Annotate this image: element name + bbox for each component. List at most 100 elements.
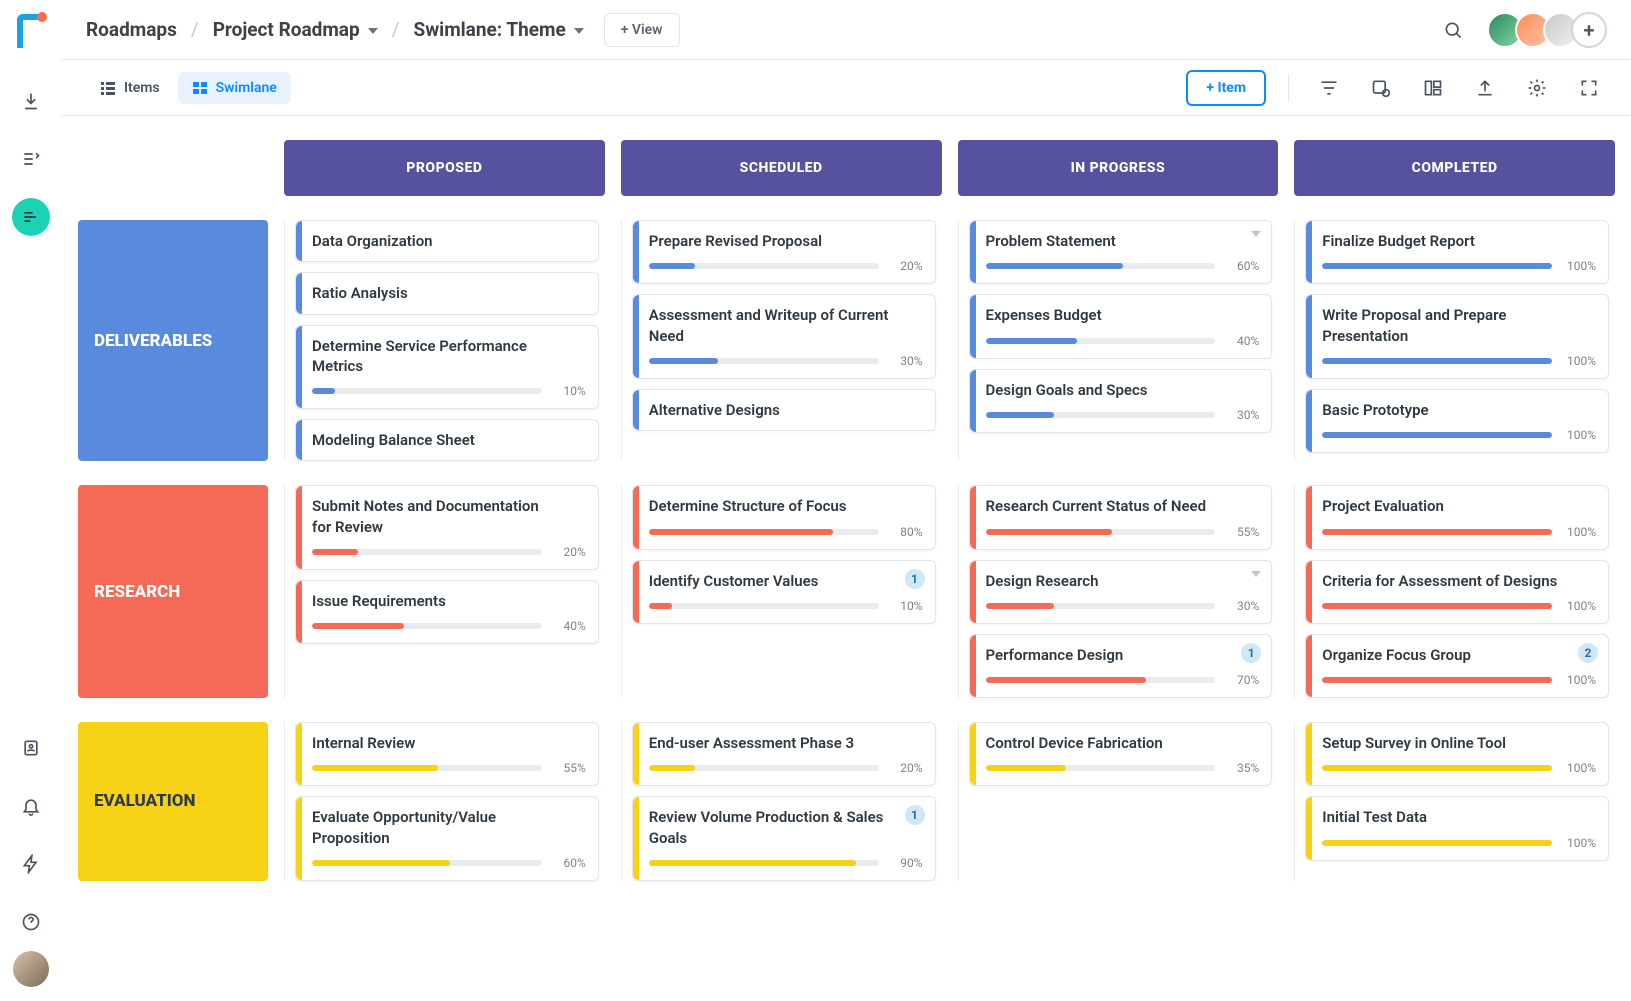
- progress-pct: 100%: [1562, 354, 1596, 368]
- progress-fill: [986, 603, 1055, 609]
- fullscreen-icon[interactable]: [1571, 70, 1607, 106]
- progress-bar: [1322, 677, 1552, 683]
- card[interactable]: Alternative Designs: [632, 389, 936, 431]
- add-item-button[interactable]: + Item: [1186, 70, 1266, 106]
- card[interactable]: Research Current Status of Need55%: [969, 485, 1273, 549]
- card-progress: 35%: [986, 761, 1260, 775]
- progress-pct: 70%: [1225, 673, 1259, 687]
- card[interactable]: Performance Design170%: [969, 634, 1273, 698]
- card[interactable]: Write Proposal and Prepare Presentation 1…: [1305, 294, 1609, 379]
- card[interactable]: Issue Requirements 40%: [295, 580, 599, 644]
- card[interactable]: Setup Survey in Online Tool100%: [1305, 722, 1609, 786]
- header: Roadmaps / Project Roadmap / Swimlane: T…: [62, 0, 1631, 60]
- card[interactable]: Basic Prototype 100%: [1305, 389, 1609, 453]
- card[interactable]: Criteria for Assessment of Designs100%: [1305, 560, 1609, 624]
- chevron-down-icon[interactable]: [1251, 571, 1261, 577]
- card[interactable]: Project Evaluation100%: [1305, 485, 1609, 549]
- lane-cell: Submit Notes and Documentation for Revie…: [284, 485, 605, 698]
- rail-tasks-icon[interactable]: [12, 140, 50, 178]
- add-view-button[interactable]: + View: [604, 13, 680, 47]
- card-progress: 40%: [312, 619, 586, 633]
- card[interactable]: Data Organization: [295, 220, 599, 262]
- progress-pct: 100%: [1562, 428, 1596, 442]
- card[interactable]: Finalize Budget Report100%: [1305, 220, 1609, 284]
- board-scroll[interactable]: PROPOSEDSCHEDULEDIN PROGRESSCOMPLETEDDEL…: [62, 116, 1631, 1001]
- card[interactable]: Ratio Analysis: [295, 272, 599, 314]
- settings-icon[interactable]: [1519, 70, 1555, 106]
- progress-bar: [649, 603, 879, 609]
- progress-fill: [1322, 358, 1552, 364]
- progress-pct: 30%: [1225, 408, 1259, 422]
- breadcrumb: Roadmaps / Project Roadmap / Swimlane: T…: [86, 18, 584, 41]
- breadcrumb-project[interactable]: Project Roadmap: [213, 18, 378, 41]
- card-title: Basic Prototype: [1322, 400, 1596, 420]
- link-icon[interactable]: [1363, 70, 1399, 106]
- card[interactable]: Design Goals and Specs30%: [969, 369, 1273, 433]
- lane-cell: Internal Review55% Evaluate Opportunity/V…: [284, 722, 605, 881]
- progress-pct: 100%: [1562, 836, 1596, 850]
- card[interactable]: Expenses Budget40%: [969, 294, 1273, 358]
- rail-roadmap-icon[interactable]: [12, 198, 50, 236]
- card[interactable]: Prepare Revised Proposal20%: [632, 220, 936, 284]
- card-title: Submit Notes and Documentation for Revie…: [312, 496, 586, 537]
- card[interactable]: Modeling Balance Sheet: [295, 419, 599, 461]
- filter-icon[interactable]: [1311, 70, 1347, 106]
- card[interactable]: Submit Notes and Documentation for Revie…: [295, 485, 599, 570]
- progress-fill: [649, 529, 833, 535]
- breadcrumb-swimlane-label: Swimlane: Theme: [414, 18, 566, 41]
- lane-label: EVALUATION: [78, 722, 268, 881]
- progress-bar: [1322, 263, 1552, 269]
- card[interactable]: Internal Review55%: [295, 722, 599, 786]
- view-items-tab[interactable]: Items: [86, 72, 174, 104]
- lane-cell: Prepare Revised Proposal20% Assessment an…: [621, 220, 942, 461]
- rail-contacts-icon[interactable]: [12, 729, 50, 767]
- card[interactable]: Control Device Fabrication 35%: [969, 722, 1273, 786]
- chevron-down-icon[interactable]: [1251, 231, 1261, 237]
- progress-fill: [986, 412, 1055, 418]
- card-title: Organize Focus Group: [1322, 645, 1596, 665]
- search-icon[interactable]: [1435, 12, 1471, 48]
- card[interactable]: Determine Service Performance Metrics10%: [295, 325, 599, 410]
- card-title: Write Proposal and Prepare Presentation: [1322, 305, 1596, 346]
- card-progress: 90%: [649, 856, 923, 870]
- progress-pct: 80%: [889, 525, 923, 539]
- card-progress: 100%: [1322, 673, 1596, 687]
- rail-activity-icon[interactable]: [12, 845, 50, 883]
- card[interactable]: Review Volume Production & Sales Goals19…: [632, 796, 936, 881]
- card[interactable]: Problem Statement60%: [969, 220, 1273, 284]
- progress-fill: [312, 860, 450, 866]
- export-icon[interactable]: [1467, 70, 1503, 106]
- progress-bar: [312, 765, 542, 771]
- rail-help-icon[interactable]: [12, 903, 50, 941]
- card[interactable]: End-user Assessment Phase 320%: [632, 722, 936, 786]
- card-title: Control Device Fabrication: [986, 733, 1260, 753]
- breadcrumb-root[interactable]: Roadmaps: [86, 18, 177, 41]
- breadcrumb-swimlane[interactable]: Swimlane: Theme: [414, 18, 584, 41]
- card[interactable]: Assessment and Writeup of Current Need30…: [632, 294, 936, 379]
- card-badge: 1: [905, 805, 925, 825]
- card-progress: 100%: [1322, 599, 1596, 613]
- view-swimlane-tab[interactable]: Swimlane: [178, 72, 291, 104]
- card[interactable]: Design Research30%: [969, 560, 1273, 624]
- card[interactable]: Initial Test Data100%: [1305, 796, 1609, 860]
- card[interactable]: Identify Customer Values110%: [632, 560, 936, 624]
- card-title: Identify Customer Values: [649, 571, 923, 591]
- rail-user-avatar[interactable]: [13, 951, 49, 987]
- progress-bar: [649, 765, 879, 771]
- add-collaborator-button[interactable]: +: [1571, 12, 1607, 48]
- progress-pct: 10%: [552, 384, 586, 398]
- card[interactable]: Organize Focus Group2100%: [1305, 634, 1609, 698]
- lane-research: RESEARCHSubmit Notes and Documentation f…: [78, 485, 1615, 698]
- column-head: IN PROGRESS: [958, 140, 1279, 196]
- card[interactable]: Evaluate Opportunity/Value Proposition60…: [295, 796, 599, 881]
- rail-import-icon[interactable]: [12, 82, 50, 120]
- progress-fill: [1322, 432, 1552, 438]
- lane-cell: Setup Survey in Online Tool100% Initial T…: [1294, 722, 1615, 881]
- card-title: Finalize Budget Report: [1322, 231, 1596, 251]
- card-title: Issue Requirements: [312, 591, 586, 611]
- card-progress: 55%: [312, 761, 586, 775]
- card[interactable]: Determine Structure of Focus80%: [632, 485, 936, 549]
- rail-notifications-icon[interactable]: [12, 787, 50, 825]
- layout-icon[interactable]: [1415, 70, 1451, 106]
- progress-bar: [312, 549, 542, 555]
